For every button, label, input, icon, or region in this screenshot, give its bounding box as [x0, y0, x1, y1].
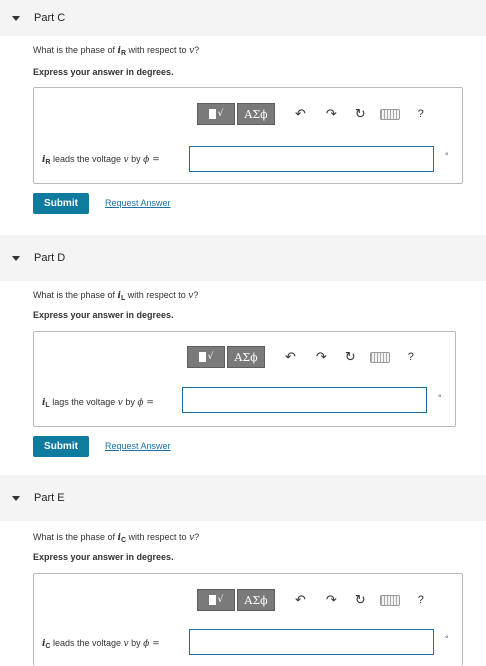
answer-label: iC leads the voltage v by ϕ =	[42, 638, 160, 650]
part-title: Part D	[34, 252, 66, 264]
keyboard-icon[interactable]	[379, 594, 400, 606]
help-button[interactable]: ?	[408, 351, 414, 363]
answer-box: √ ΑΣϕ ↶ ↷ ↻ ? iC leads the voltage v by …	[33, 573, 463, 666]
collapse-caret-icon[interactable]	[12, 15, 20, 21]
degree-unit: °	[445, 151, 449, 161]
instruction-text: Express your answer in degrees.	[33, 310, 174, 320]
redo-icon[interactable]: ↷	[326, 107, 337, 122]
undo-icon[interactable]: ↶	[295, 107, 306, 122]
templates-button[interactable]: √	[187, 346, 225, 368]
question-text: What is the phase of iR with respect to …	[33, 45, 200, 57]
question-text: What is the phase of iC with respect to …	[33, 532, 200, 544]
math-toolbar: √ ΑΣϕ ↶ ↷ ↻ ?	[197, 103, 424, 125]
degree-unit: °	[445, 634, 449, 644]
request-answer-link[interactable]: Request Answer	[105, 198, 171, 208]
redo-icon[interactable]: ↷	[316, 350, 327, 365]
undo-icon[interactable]: ↶	[295, 593, 306, 608]
part-e-header[interactable]: Part E	[0, 475, 486, 521]
phase-answer-input[interactable]	[182, 387, 427, 413]
reset-icon[interactable]: ↻	[355, 107, 366, 122]
request-answer-link[interactable]: Request Answer	[105, 441, 171, 451]
answer-label: iR leads the voltage v by ϕ =	[42, 154, 160, 166]
templates-button[interactable]: √	[197, 103, 235, 125]
answer-box: √ ΑΣϕ ↶ ↷ ↻ ? iR leads the voltage v by …	[33, 87, 463, 184]
part-c-header[interactable]: Part C	[0, 0, 486, 36]
submit-button[interactable]: Submit	[33, 436, 89, 457]
reset-icon[interactable]: ↻	[355, 593, 366, 608]
symbols-button[interactable]: ΑΣϕ	[237, 103, 275, 125]
templates-icon	[208, 109, 216, 119]
math-toolbar: √ ΑΣϕ ↶ ↷ ↻ ?	[197, 589, 424, 611]
instruction-text: Express your answer in degrees.	[33, 67, 174, 77]
part-title: Part E	[34, 492, 65, 504]
help-button[interactable]: ?	[418, 108, 424, 120]
templates-icon	[198, 352, 206, 362]
phase-answer-input[interactable]	[189, 629, 434, 655]
undo-icon[interactable]: ↶	[285, 350, 296, 365]
part-d-header[interactable]: Part D	[0, 235, 486, 281]
collapse-caret-icon[interactable]	[12, 255, 20, 261]
question-text: What is the phase of iL with respect to …	[33, 290, 199, 302]
keyboard-icon[interactable]	[369, 351, 390, 363]
templates-icon	[208, 595, 216, 605]
symbols-button[interactable]: ΑΣϕ	[237, 589, 275, 611]
submit-button[interactable]: Submit	[33, 193, 89, 214]
collapse-caret-icon[interactable]	[12, 495, 20, 501]
reset-icon[interactable]: ↻	[345, 350, 356, 365]
phase-answer-input[interactable]	[189, 146, 434, 172]
instruction-text: Express your answer in degrees.	[33, 552, 174, 562]
redo-icon[interactable]: ↷	[326, 593, 337, 608]
templates-button[interactable]: √	[197, 589, 235, 611]
symbols-button[interactable]: ΑΣϕ	[227, 346, 265, 368]
part-title: Part C	[34, 12, 66, 24]
keyboard-icon[interactable]	[379, 108, 400, 120]
math-toolbar: √ ΑΣϕ ↶ ↷ ↻ ?	[187, 346, 414, 368]
help-button[interactable]: ?	[418, 594, 424, 606]
answer-box: √ ΑΣϕ ↶ ↷ ↻ ? iL lags the voltage v by ϕ…	[33, 331, 456, 427]
degree-unit: °	[438, 393, 442, 403]
answer-label: iL lags the voltage v by ϕ =	[42, 397, 154, 409]
